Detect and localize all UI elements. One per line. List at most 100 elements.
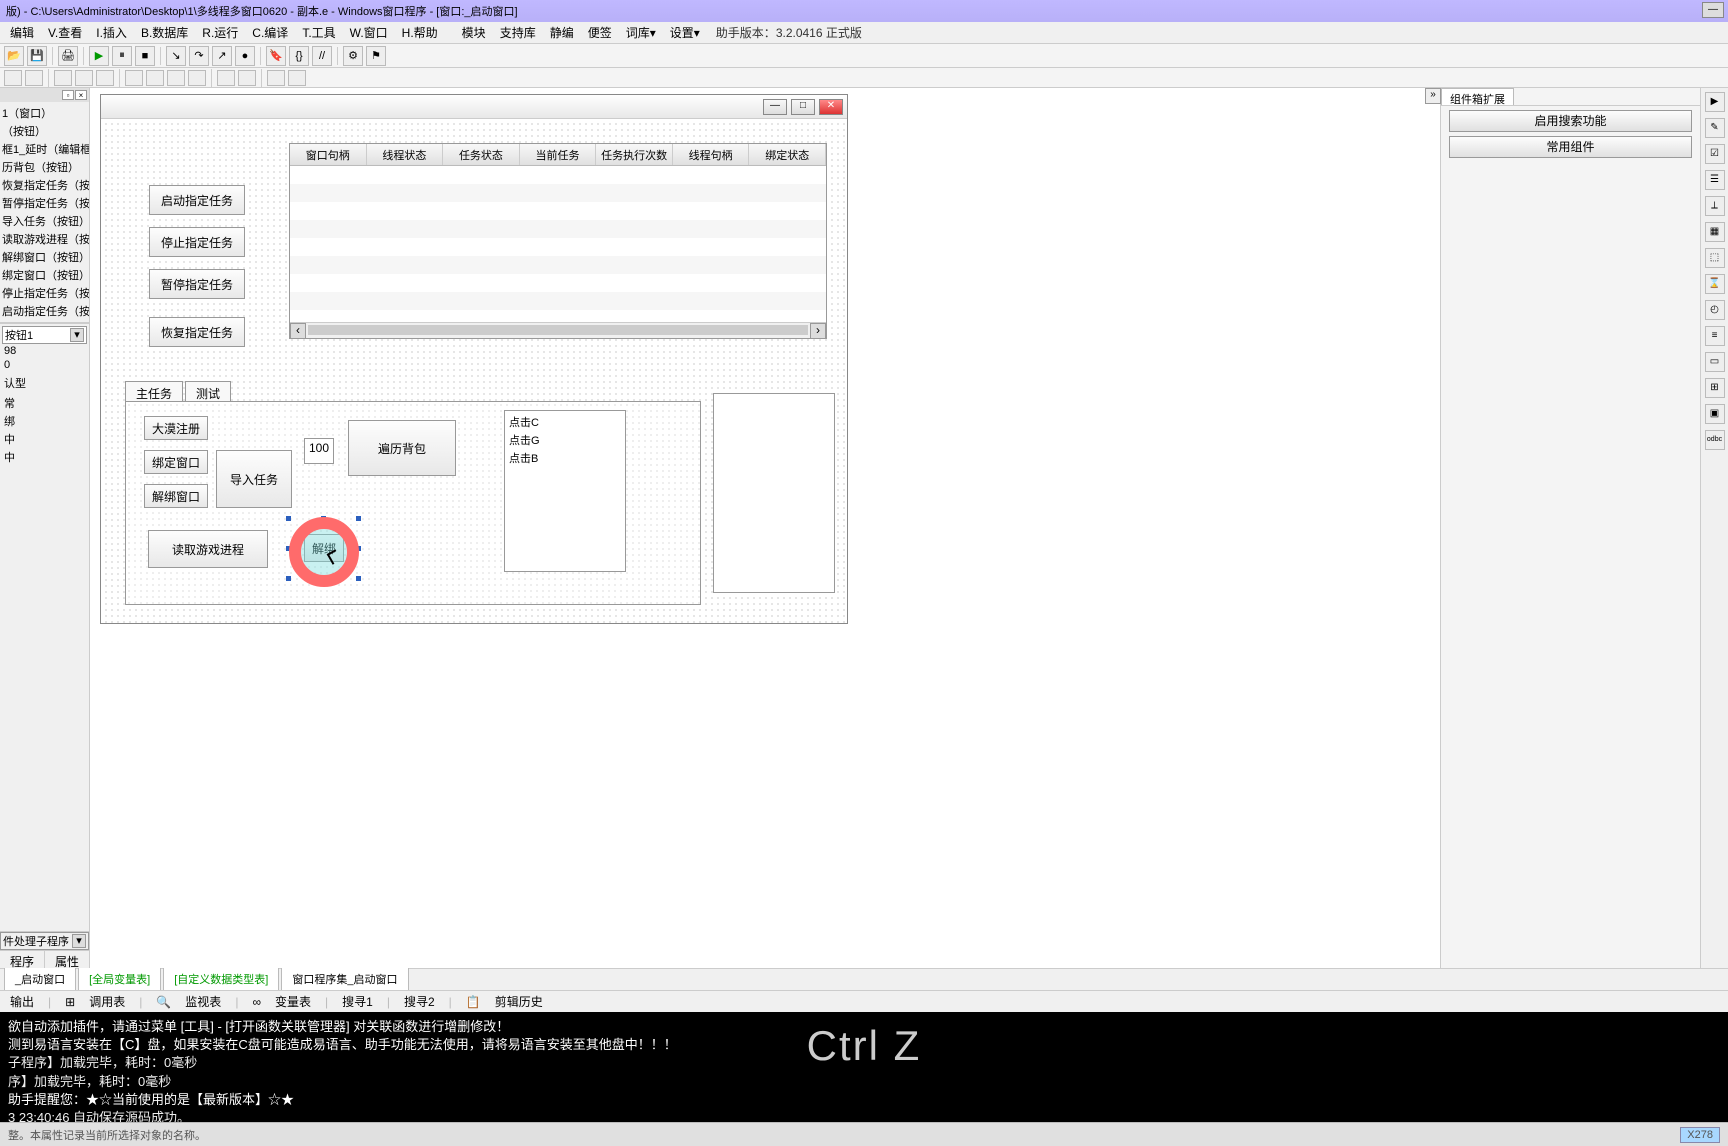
tool-box-icon[interactable]: ⬚ [1705, 248, 1725, 268]
import-task-button[interactable]: 导入任务 [216, 450, 292, 508]
tool-check-icon[interactable]: ☑ [1705, 144, 1725, 164]
menu-run[interactable]: R.运行 [196, 22, 244, 43]
tab-startup-window[interactable]: _启动窗口 [4, 967, 76, 990]
event-combo[interactable]: 件处理子程序 ▾ [0, 932, 89, 950]
tab-search2[interactable]: 搜寻2 [398, 991, 441, 1012]
pause-task-button[interactable]: 暂停指定任务 [149, 269, 245, 299]
tb-stepinto-icon[interactable]: ↘ [166, 46, 186, 66]
tb-run-icon[interactable]: ▶ [89, 46, 109, 66]
col-header[interactable]: 窗口句柄 [290, 144, 367, 165]
menu-module[interactable]: 模块 [456, 22, 492, 43]
component-tree[interactable]: 1（窗口） （按钮） 框1_延时（编辑框） 历背包（按钮） 恢复指定任务（按 暂… [0, 102, 89, 322]
bind-window-button[interactable]: 绑定窗口 [144, 450, 208, 474]
tree-item[interactable]: 恢复指定任务（按 [2, 176, 87, 194]
tree-item[interactable]: 读取游戏进程（按 [2, 230, 87, 248]
damo-register-button[interactable]: 大漠注册 [144, 416, 208, 440]
tb2-12[interactable] [267, 70, 285, 86]
tool-menu-icon[interactable]: ≡ [1705, 326, 1725, 346]
tb-break-icon[interactable]: ● [235, 46, 255, 66]
menu-dict[interactable]: 词库▾ [620, 22, 662, 43]
tree-item[interactable]: 导入任务（按钮） [2, 212, 87, 230]
tree-item[interactable]: 历背包（按钮） [2, 158, 87, 176]
start-task-button[interactable]: 启动指定任务 [149, 185, 245, 215]
chevron-down-icon[interactable]: ▾ [72, 934, 86, 948]
tool-line-icon[interactable]: ⟂ [1705, 196, 1725, 216]
tab-search1[interactable]: 搜寻1 [336, 991, 379, 1012]
tb-stop-icon[interactable]: ■ [135, 46, 155, 66]
tb-print-icon[interactable]: 🖨 [58, 46, 78, 66]
tab-global-vars[interactable]: [全局变量表] [78, 967, 161, 990]
tree-item[interactable]: （按钮） [2, 122, 87, 140]
tb2-10[interactable] [217, 70, 235, 86]
col-header[interactable]: 任务执行次数 [596, 144, 673, 165]
resume-task-button[interactable]: 恢复指定任务 [149, 317, 245, 347]
menu-compile[interactable]: C.编译 [246, 22, 294, 43]
tb2-9[interactable] [188, 70, 206, 86]
tb2-6[interactable] [125, 70, 143, 86]
tree-item[interactable]: 框1_延时（编辑框） [2, 140, 87, 158]
stop-task-button[interactable]: 停止指定任务 [149, 227, 245, 257]
tool-rect-icon[interactable]: ▭ [1705, 352, 1725, 372]
unbind-window-button[interactable]: 解绑窗口 [144, 484, 208, 508]
tree-item[interactable]: 解绑窗口（按钮） [2, 248, 87, 266]
tab-custom-types[interactable]: [自定义数据类型表] [163, 967, 279, 990]
tb2-5[interactable] [96, 70, 114, 86]
enable-search-button[interactable]: 启用搜索功能 [1449, 110, 1692, 132]
tb2-2[interactable] [25, 70, 43, 86]
tree-item[interactable]: 暂停指定任务（按 [2, 194, 87, 212]
tb2-8[interactable] [167, 70, 185, 86]
tree-item[interactable]: 1（窗口） [2, 104, 87, 122]
delay-input[interactable]: 100 [304, 438, 334, 464]
scroll-right-icon[interactable]: › [810, 323, 826, 339]
grid-body[interactable] [290, 166, 826, 322]
tab-clipboard[interactable]: 剪辑历史 [489, 991, 549, 1012]
form-designer[interactable]: — □ ✕ 窗口句柄 线程状态 任务状态 当前任务 任务执行次数 线程句柄 绑定… [100, 94, 848, 624]
left-tab-property[interactable]: 属性 [45, 951, 89, 968]
form-min-button[interactable]: — [763, 99, 787, 115]
tool-list-icon[interactable]: ☰ [1705, 170, 1725, 190]
menu-insert[interactable]: I.插入 [90, 22, 133, 43]
menu-support[interactable]: 支持库 [494, 22, 542, 43]
tool-edit-icon[interactable]: ✎ [1705, 118, 1725, 138]
listbox1[interactable]: 点击C 点击G 点击B [504, 410, 626, 572]
property-grid[interactable]: 98 0 认型 常 绑 中 中 [2, 344, 87, 494]
tool-cursor-icon[interactable]: ▶ [1705, 92, 1725, 112]
tb2-7[interactable] [146, 70, 164, 86]
grid-control[interactable]: 窗口句柄 线程状态 任务状态 当前任务 任务执行次数 线程句柄 绑定状态 ‹ › [289, 143, 827, 339]
tab-calls[interactable]: 调用表 [83, 991, 131, 1012]
tb-save-icon[interactable]: 💾 [27, 46, 47, 66]
menu-settings[interactable]: 设置▾ [664, 22, 706, 43]
tb-bracket-icon[interactable]: {} [289, 46, 309, 66]
form-max-button[interactable]: □ [791, 99, 815, 115]
menu-note[interactable]: 便签 [582, 22, 618, 43]
read-game-button[interactable]: 读取游戏进程 [148, 530, 268, 568]
tb-bookmark-icon[interactable]: 🔖 [266, 46, 286, 66]
tool-panel-icon[interactable]: ▣ [1705, 404, 1725, 424]
tool-odbc-icon[interactable]: odbc [1705, 430, 1725, 450]
tb2-1[interactable] [4, 70, 22, 86]
tb-open-icon[interactable]: 📂 [4, 46, 24, 66]
prop-name-combo[interactable]: 按钮1 ▾ [2, 326, 87, 344]
tab-vars[interactable]: 变量表 [269, 991, 317, 1012]
tb2-11[interactable] [238, 70, 256, 86]
design-canvas[interactable]: — □ ✕ 窗口句柄 线程状态 任务状态 当前任务 任务执行次数 线程句柄 绑定… [90, 88, 1440, 968]
tree-item[interactable]: 停止指定任务（按 [2, 284, 87, 302]
tool-clock-icon[interactable]: ◴ [1705, 300, 1725, 320]
scroll-left-icon[interactable]: ‹ [290, 323, 306, 339]
menu-static[interactable]: 静编 [544, 22, 580, 43]
menu-tools[interactable]: T.工具 [296, 22, 341, 43]
tb-misc1-icon[interactable]: ⚙ [343, 46, 363, 66]
chevron-down-icon[interactable]: ▾ [70, 328, 84, 342]
common-components-button[interactable]: 常用组件 [1449, 136, 1692, 158]
col-header[interactable]: 当前任务 [520, 144, 597, 165]
listbox2[interactable] [713, 393, 835, 593]
panel-collapse-icon[interactable]: » [1425, 88, 1441, 104]
output-console[interactable]: 欲自动添加插件，请通过菜单 [工具] - [打开函数关联管理器] 对关联函数进行… [0, 1012, 1728, 1122]
panel-close-icon[interactable]: × [75, 90, 87, 100]
tab-output[interactable]: 输出 [4, 991, 40, 1012]
left-tab-program[interactable]: 程序 [0, 951, 45, 968]
menu-database[interactable]: B.数据库 [135, 22, 194, 43]
tab-toolbox[interactable]: 组件箱扩展 [1441, 88, 1514, 105]
tool-timer-icon[interactable]: ⌛ [1705, 274, 1725, 294]
form-close-button[interactable]: ✕ [819, 99, 843, 115]
